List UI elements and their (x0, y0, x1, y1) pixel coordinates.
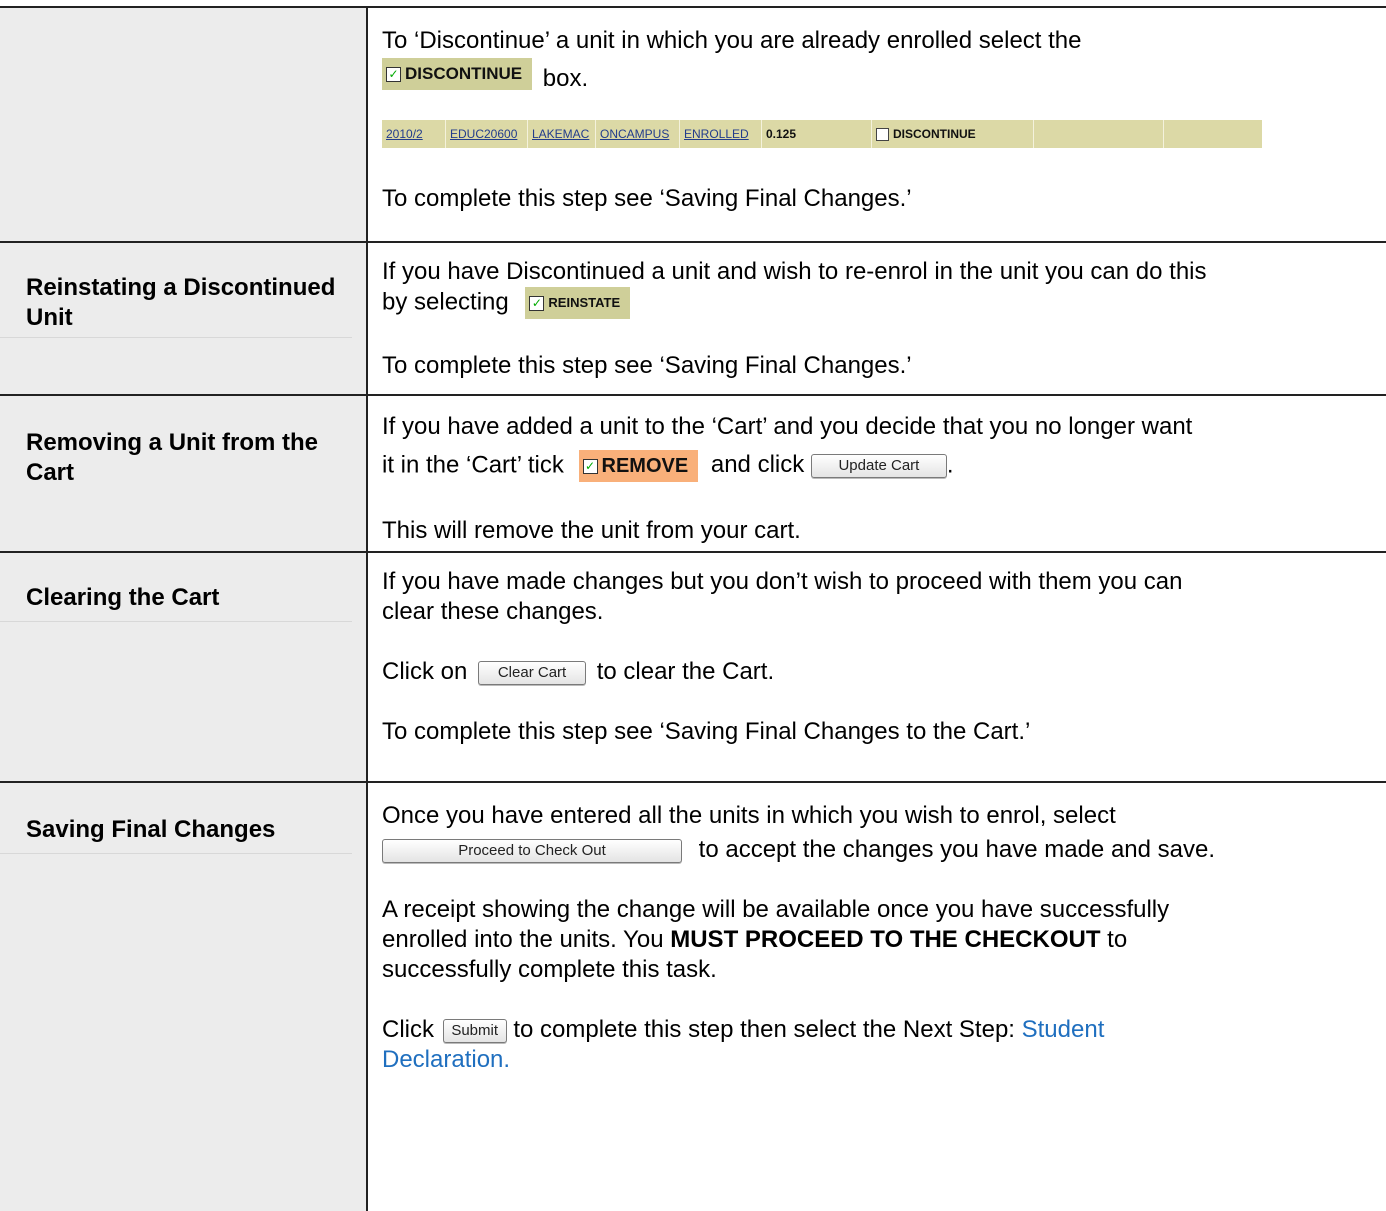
discontinue-checkbox-sample: ✓ DISCONTINUE (382, 58, 533, 90)
record-mode[interactable]: ONCAMPUS (596, 120, 680, 148)
checked-icon: ✓ (386, 66, 401, 82)
discontinue-complete-note: To complete this step see ‘Saving Final … (382, 185, 912, 212)
clear-complete-note: To complete this step see ‘Saving Final … (382, 718, 1031, 745)
enrolment-record-row: 2010/2 EDUC20600 LAKEMAC ONCAMPUS ENROLL… (382, 120, 1262, 148)
remove-line1: If you have added a unit to the ‘Cart’ a… (382, 413, 1193, 440)
clear-cart-button[interactable]: Clear Cart (478, 660, 587, 685)
remove-checkbox-sample: ✓ REMOVE (578, 450, 699, 482)
row-label-reinstate: Reinstating a Discontinued Unit (0, 243, 368, 394)
row-label-remove: Removing a Unit from the Cart (0, 396, 368, 551)
unchecked-icon (876, 127, 889, 141)
submit-line: Click Submit to complete this step then … (382, 1016, 1105, 1043)
reinstate-complete-note: To complete this step see ‘Saving Final … (382, 352, 912, 379)
unit-code-link[interactable]: EDUC20600 (450, 127, 517, 141)
receipt-line1: A receipt showing the change will be ava… (382, 896, 1170, 923)
reinstate-checkbox-sample: ✓ REINSTATE (525, 287, 631, 319)
row-content-clear: If you have made changes but you don’t w… (368, 553, 1386, 781)
instructions-table: To ‘Discontinue’ a unit in which you are… (0, 6, 1386, 1211)
label-divider (0, 853, 352, 854)
link-line2: Declaration. (382, 1045, 1386, 1075)
save-line2: Proceed to Check Out to accept the chang… (382, 835, 1386, 865)
record-unit[interactable]: EDUC20600 (446, 120, 528, 148)
reinstate-line2: by selecting ✓ REINSTATE (382, 287, 1386, 319)
row-content-remove: If you have added a unit to the ‘Cart’ a… (368, 396, 1386, 551)
discontinue-intro: To ‘Discontinue’ a unit in which you are… (382, 27, 1082, 54)
row-save: Saving Final Changes Once you have enter… (0, 783, 1386, 1211)
row-discontinue: To ‘Discontinue’ a unit in which you are… (0, 8, 1386, 243)
label-divider (0, 621, 352, 622)
row-content-discontinue: To ‘Discontinue’ a unit in which you are… (368, 8, 1386, 241)
row-content-save: Once you have entered all the units in w… (368, 783, 1386, 1211)
record-period[interactable]: 2010/2 (382, 120, 446, 148)
record-load: 0.125 (762, 120, 872, 148)
update-cart-button[interactable]: Update Cart (810, 454, 947, 478)
checked-icon: ✓ (529, 295, 545, 311)
label-divider (0, 337, 352, 338)
save-line1: Once you have entered all the units in w… (382, 802, 1116, 829)
record-campus[interactable]: LAKEMAC (528, 120, 596, 148)
mode-link[interactable]: ONCAMPUS (600, 127, 669, 141)
row-label-empty (0, 8, 368, 241)
row-label-clear: Clearing the Cart (0, 553, 368, 781)
record-status[interactable]: ENROLLED (680, 120, 762, 148)
period-link[interactable]: 2010/2 (386, 127, 423, 141)
remove-note: This will remove the unit from your cart… (382, 517, 801, 544)
proceed-to-checkout-button[interactable]: Proceed to Check Out (382, 838, 682, 863)
receipt-line2: enrolled into the units. You MUST PROCEE… (382, 926, 1128, 953)
clear-line2: clear these changes. (382, 598, 604, 625)
status-link[interactable]: ENROLLED (684, 127, 749, 141)
clear-line1: If you have made changes but you don’t w… (382, 568, 1183, 595)
student-declaration-link-cont[interactable]: Declaration. (382, 1046, 510, 1073)
row-reinstate: Reinstating a Discontinued Unit If you h… (0, 243, 1386, 396)
checked-icon: ✓ (582, 458, 598, 474)
row-content-reinstate: If you have Discontinued a unit and wish… (368, 243, 1386, 394)
clear-click-line: Click on Clear Cart to clear the Cart. (382, 658, 775, 685)
row-label-save: Saving Final Changes (0, 783, 368, 1211)
campus-link[interactable]: LAKEMAC (532, 127, 589, 141)
record-action[interactable]: DISCONTINUE (872, 120, 1034, 148)
checkout-emphasis: MUST PROCEED TO THE CHECKOUT (670, 926, 1101, 953)
remove-line2: it in the ‘Cart’ tick ✓ REMOVE and click… (382, 450, 1386, 482)
row-remove: Removing a Unit from the Cart If you hav… (0, 396, 1386, 553)
reinstate-line1: If you have Discontinued a unit and wish… (382, 258, 1207, 285)
submit-button[interactable]: Submit (442, 1018, 507, 1043)
record-empty-cell (1034, 120, 1164, 148)
discontinue-checkbox[interactable]: DISCONTINUE (876, 127, 976, 141)
student-declaration-link[interactable]: Student (1022, 1016, 1105, 1043)
row-clear: Clearing the Cart If you have made chang… (0, 553, 1386, 783)
receipt-line3: successfully complete this task. (382, 956, 717, 983)
discontinue-intro-line2: ✓ DISCONTINUE box. (382, 58, 1386, 92)
